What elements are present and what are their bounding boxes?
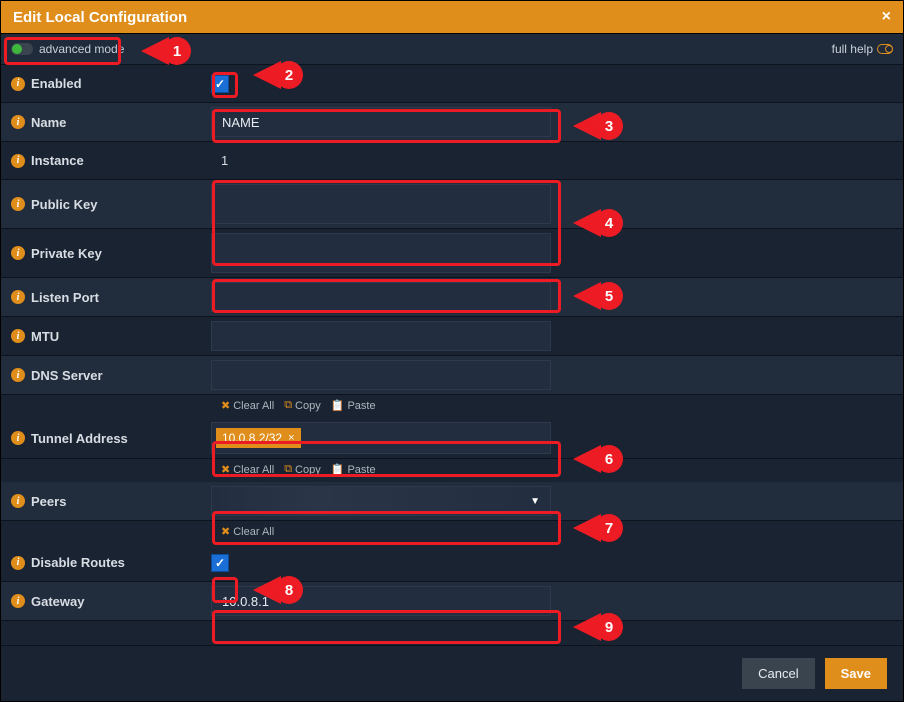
info-icon[interactable]: i — [11, 77, 25, 91]
clear-all-button[interactable]: ✖Clear All — [221, 463, 274, 476]
titlebar: Edit Local Configuration × — [1, 1, 903, 34]
toggle-icon — [11, 43, 33, 55]
advanced-mode-toggle[interactable]: advanced mode — [11, 42, 124, 56]
gateway-input[interactable] — [211, 586, 551, 616]
row-dns-server: iDNS Server — [1, 356, 903, 395]
info-icon[interactable]: i — [11, 290, 25, 304]
info-icon[interactable]: i — [11, 431, 25, 445]
row-gateway: iGateway — [1, 582, 903, 621]
info-icon[interactable]: i — [11, 329, 25, 343]
enabled-checkbox[interactable]: ✓ — [211, 75, 229, 93]
copy-button[interactable]: ⧉Copy — [284, 399, 321, 412]
row-peers: iPeers ▼ — [1, 482, 903, 521]
config-form: iEnabled ✓ iName iInstance 1 iPublic Key… — [1, 65, 903, 621]
name-input[interactable] — [211, 107, 551, 137]
peers-dropdown[interactable]: ▼ — [211, 486, 551, 516]
full-help-link[interactable]: full help — [832, 42, 893, 56]
full-help-label: full help — [832, 42, 873, 56]
private-key-input[interactable] — [211, 233, 551, 273]
window-title: Edit Local Configuration — [13, 9, 187, 26]
info-icon[interactable]: i — [11, 594, 25, 608]
link-icon — [877, 44, 893, 54]
dns-server-input[interactable] — [211, 360, 551, 390]
close-icon[interactable]: × — [882, 8, 891, 26]
info-icon[interactable]: i — [11, 494, 25, 508]
info-icon[interactable]: i — [11, 556, 25, 570]
dialog-footer: Cancel Save — [1, 645, 903, 701]
topbar: advanced mode full help — [1, 34, 903, 65]
row-listen-port: iListen Port — [1, 278, 903, 317]
tunnel-address-tag[interactable]: 10.0.8.2/32 × — [216, 428, 301, 448]
peers-actions: ✖Clear All — [1, 521, 903, 544]
tag-remove-icon[interactable]: × — [288, 432, 294, 444]
row-enabled: iEnabled ✓ — [1, 65, 903, 103]
paste-icon: 📋 — [331, 463, 345, 476]
public-key-input[interactable] — [211, 184, 551, 224]
clear-all-button[interactable]: ✖Clear All — [221, 525, 274, 538]
row-tunnel-address: iTunnel Address 10.0.8.2/32 × — [1, 418, 903, 459]
clear-all-button[interactable]: ✖Clear All — [221, 399, 274, 412]
cancel-button[interactable]: Cancel — [742, 658, 814, 689]
x-circle-icon: ✖ — [221, 463, 230, 476]
info-icon[interactable]: i — [11, 197, 25, 211]
row-mtu: iMTU — [1, 317, 903, 356]
paste-button[interactable]: 📋Paste — [331, 463, 376, 476]
tunnel-actions: ✖Clear All ⧉Copy 📋Paste — [1, 459, 903, 482]
advanced-mode-label: advanced mode — [39, 42, 124, 56]
dns-actions: ✖Clear All ⧉Copy 📋Paste — [1, 395, 903, 418]
row-disable-routes: iDisable Routes ✓ — [1, 544, 903, 582]
row-instance: iInstance 1 — [1, 142, 903, 180]
instance-value: 1 — [211, 153, 228, 168]
info-icon[interactable]: i — [11, 246, 25, 260]
disable-routes-checkbox[interactable]: ✓ — [211, 554, 229, 572]
copy-icon: ⧉ — [284, 463, 292, 476]
paste-icon: 📋 — [331, 399, 345, 412]
row-name: iName — [1, 103, 903, 142]
copy-button[interactable]: ⧉Copy — [284, 463, 321, 476]
info-icon[interactable]: i — [11, 154, 25, 168]
copy-icon: ⧉ — [284, 399, 292, 412]
save-button[interactable]: Save — [825, 658, 887, 689]
tunnel-address-input[interactable]: 10.0.8.2/32 × — [211, 422, 551, 454]
row-public-key: iPublic Key — [1, 180, 903, 229]
x-circle-icon: ✖ — [221, 399, 230, 412]
row-private-key: iPrivate Key — [1, 229, 903, 278]
listen-port-input[interactable] — [211, 282, 551, 312]
info-icon[interactable]: i — [11, 115, 25, 129]
mtu-input[interactable] — [211, 321, 551, 351]
paste-button[interactable]: 📋Paste — [331, 399, 376, 412]
x-circle-icon: ✖ — [221, 525, 230, 538]
info-icon[interactable]: i — [11, 368, 25, 382]
chevron-down-icon: ▼ — [530, 496, 540, 507]
